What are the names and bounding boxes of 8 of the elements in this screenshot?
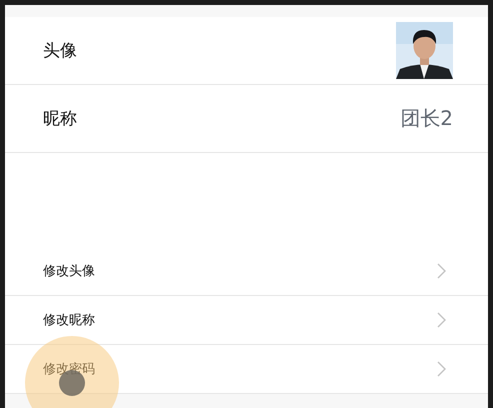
chevron-right-icon	[437, 312, 446, 328]
menu-item-label: 修改昵称	[43, 312, 95, 329]
nickname-label: 昵称	[43, 108, 77, 130]
nickname-value: 团长2	[400, 105, 453, 132]
chevron-right-icon	[437, 263, 446, 279]
chevron-right-icon	[437, 361, 446, 377]
avatar-label: 头像	[43, 40, 77, 62]
menu-item-label: 修改头像	[43, 263, 95, 280]
